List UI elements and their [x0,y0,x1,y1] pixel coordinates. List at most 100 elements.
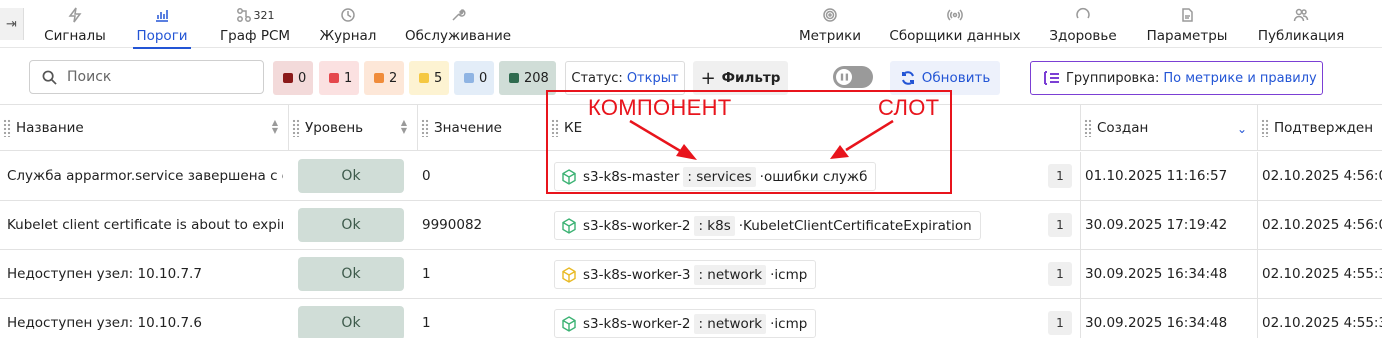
severity-square [509,73,519,83]
sidebar-toggle-icon[interactable]: ⇥ [0,8,24,40]
search-icon [42,70,57,85]
tab-label: Публикация [1257,28,1345,44]
filter-label: Фильтр [721,70,781,86]
cell-created: 30.09.2025 16:34:48 [1085,315,1228,331]
history-icon [340,4,356,26]
tab-label: Метрики [798,28,862,44]
table-row[interactable]: Kubelet client certificate is about to e… [0,201,1382,250]
cube-icon [562,266,576,283]
ke-tag[interactable]: s3-k8s-worker-2 : network ·icmp [554,309,817,338]
graph-icon [236,8,251,22]
severity-square [464,73,474,83]
tab-label: Здоровье [1049,28,1117,44]
tab-rcm-graph[interactable]: 321 Граф РСМ [219,0,291,48]
graph-badge: 321 [253,8,275,22]
tab-signals[interactable]: Сигналы [44,0,106,48]
bolt-icon [67,4,83,26]
tab-health[interactable]: Здоровье [1049,0,1117,48]
column-divider [1080,201,1081,249]
severity-chip-warning[interactable]: 5 [409,61,449,95]
column-header-value[interactable]: Значение [417,105,547,151]
document-icon [1179,4,1195,26]
column-divider [1080,299,1081,338]
radio-icon [947,4,963,26]
severity-square [329,73,339,83]
severity-square [419,73,429,83]
metrics-icon [822,4,838,26]
cell-created: 30.09.2025 16:34:48 [1085,266,1228,282]
pause-icon: ❚❚ [836,69,852,85]
ke-host: s3-k8s-worker-3 [583,266,691,283]
cell-created: 30.09.2025 17:19:42 [1085,217,1228,233]
column-title: Значение [434,120,502,136]
ke-host: s3-k8s-worker-2 [583,217,691,234]
column-title: Подтвержден [1274,120,1374,136]
cell-value: 0 [422,168,431,184]
column-divider [1080,250,1081,298]
cell-confirmed: 02.10.2025 4:55:3 [1262,315,1382,331]
chip-count: 0 [298,70,307,86]
wrench-icon [450,4,466,26]
severity-chip-info[interactable]: 0 [454,61,494,95]
sort-icon[interactable]: ▲ ▼ [399,119,409,137]
tab-journal[interactable]: Журнал [320,0,376,48]
pause-toggle[interactable]: ❚❚ [833,66,873,88]
grouping-icon [1044,71,1059,85]
annotation-label-component: КОМПОНЕНТ [588,95,732,120]
severity-chip-critical[interactable]: 0 [273,61,313,95]
table-row[interactable]: Недоступен узел: 10.10.7.6 Ok 1 s3-k8s-w… [0,299,1382,338]
health-icon [1075,4,1091,26]
sort-icon[interactable]: ▲ ▼ [270,119,280,137]
column-title: Создан [1097,120,1149,136]
drag-handle-icon[interactable] [1261,119,1269,137]
level-badge[interactable]: Ok [298,159,404,193]
cell-name: Недоступен узел: 10.10.7.7 [7,266,202,282]
drag-handle-icon[interactable] [292,119,300,137]
tab-data-collectors[interactable]: Сборщики данных [889,0,1021,48]
cube-icon [562,217,576,234]
search-field[interactable] [29,60,264,94]
cube-icon [562,315,576,332]
tab-maintenance[interactable]: Обслуживание [405,0,511,48]
severity-chip-minor[interactable]: 2 [364,61,404,95]
drag-handle-icon[interactable] [421,119,429,137]
ke-component: : network [694,264,767,285]
column-divider [1257,299,1258,338]
cell-value: 1 [422,315,431,331]
tab-label: Граф РСМ [219,28,291,44]
column-header-name[interactable]: Название ▲ ▼ [0,105,288,151]
ke-host: s3-k8s-worker-2 [583,315,691,332]
grouping-button[interactable]: Группировка: По метрике и правилу [1030,61,1323,95]
level-badge[interactable]: Ok [298,306,404,338]
ke-slot: ·icmp [770,315,808,332]
column-title: Уровень [305,120,364,136]
severity-chip-major[interactable]: 1 [319,61,359,95]
tab-metrics[interactable]: Метрики [798,0,862,48]
column-divider [1257,250,1258,298]
column-header-level[interactable]: Уровень ▲ ▼ [288,105,417,151]
table-row[interactable]: Недоступен узел: 10.10.7.7 Ok 1 s3-k8s-w… [0,250,1382,299]
refresh-label: Обновить [921,70,991,86]
search-input[interactable] [67,69,247,85]
cell-name: Недоступен узел: 10.10.7.6 [7,315,202,331]
level-badge[interactable]: Ok [298,257,404,291]
graph-icon-wrap: 321 [236,4,275,26]
chip-count: 208 [524,70,549,86]
level-badge[interactable]: Ok [298,208,404,242]
tab-label: Сигналы [44,28,106,44]
drag-handle-icon[interactable] [1084,119,1092,137]
tab-parameters[interactable]: Параметры [1147,0,1227,48]
ke-tag[interactable]: s3-k8s-worker-2 : k8s ·KubeletClientCert… [554,211,981,240]
sort-desc-icon[interactable]: ⌄ [1237,122,1247,136]
column-divider [1080,152,1081,200]
column-header-created[interactable]: Создан ⌄ [1080,105,1257,151]
drag-handle-icon[interactable] [3,119,11,137]
chip-count: 2 [389,70,398,86]
tab-publication[interactable]: Публикация [1257,0,1345,48]
bar-chart-icon [154,4,170,26]
ke-tag[interactable]: s3-k8s-worker-3 : network ·icmp [554,260,817,289]
tab-label: Сборщики данных [889,28,1021,44]
tab-thresholds[interactable]: Пороги [133,0,191,49]
occurrence-count: 1 [1048,311,1072,335]
column-header-confirmed[interactable]: Подтвержден [1257,105,1382,151]
